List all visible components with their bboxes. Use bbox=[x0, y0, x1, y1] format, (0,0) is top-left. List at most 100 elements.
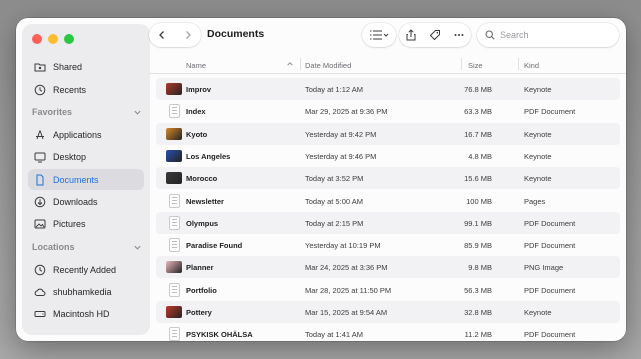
sidebar-item-documents[interactable]: Documents bbox=[28, 169, 144, 190]
file-size: 15.6 MB bbox=[464, 174, 492, 184]
cloud-icon bbox=[33, 285, 47, 299]
file-date: Mar 29, 2025 at 9:36 PM bbox=[305, 107, 388, 117]
file-date: Mar 15, 2025 at 9:54 AM bbox=[305, 308, 388, 317]
action-group bbox=[399, 23, 471, 47]
table-row[interactable]: Newsletter Today at 5:00 AM 100 MB Pages bbox=[156, 190, 620, 212]
sidebar-item-downloads[interactable]: Downloads bbox=[28, 191, 144, 212]
drive-icon bbox=[33, 307, 47, 321]
sidebar-item-macintosh-hd[interactable]: Macintosh HD bbox=[28, 303, 144, 324]
sidebar-item-label: Downloads bbox=[53, 196, 98, 207]
search-input[interactable] bbox=[500, 30, 610, 40]
shared-folder-icon bbox=[33, 60, 47, 74]
sidebar-item-shubhamkedia[interactable]: shubhamkedia bbox=[28, 281, 144, 302]
column-header-kind[interactable]: Kind bbox=[524, 61, 539, 70]
file-size: 9.8 MB bbox=[468, 263, 492, 273]
more-button[interactable] bbox=[453, 29, 465, 41]
file-date: Today at 1:12 AM bbox=[305, 85, 363, 94]
document-thumbnail-icon bbox=[169, 193, 180, 208]
file-name: Portfolio bbox=[186, 285, 217, 295]
zoom-button[interactable] bbox=[64, 34, 74, 44]
file-name: Kyoto bbox=[186, 129, 208, 139]
chevron-left-icon bbox=[159, 31, 164, 39]
favorites-header[interactable]: Favorites bbox=[32, 107, 142, 117]
file-name: Olympus bbox=[186, 218, 219, 228]
column-header-name[interactable]: Name bbox=[186, 61, 206, 70]
close-button[interactable] bbox=[32, 34, 42, 44]
file-date: Today at 3:52 PM bbox=[305, 174, 364, 184]
sidebar-item-shared[interactable]: Shared bbox=[28, 56, 144, 77]
table-row[interactable]: Planner Mar 24, 2025 at 3:36 PM 9.8 MB PNG … bbox=[156, 256, 620, 279]
forward-button[interactable] bbox=[183, 30, 193, 40]
column-separator bbox=[300, 58, 301, 70]
finder-window: Shared Recents Favorites Applications De… bbox=[16, 18, 626, 341]
chevron-down-icon bbox=[134, 110, 141, 115]
file-kind: Pages bbox=[524, 196, 546, 206]
navigation-group bbox=[149, 23, 201, 47]
keynote-thumbnail-icon bbox=[166, 149, 182, 162]
window-title: Documents bbox=[207, 28, 265, 40]
chevron-right-icon bbox=[186, 31, 191, 39]
table-row[interactable]: Improv Today at 1:12 AM 76.8 MB Keynote bbox=[156, 78, 620, 100]
view-options-button[interactable] bbox=[362, 23, 396, 47]
tag-icon bbox=[429, 30, 440, 41]
list-view-icon bbox=[370, 30, 389, 40]
column-header-date[interactable]: Date Modified bbox=[305, 61, 351, 70]
minimize-button[interactable] bbox=[48, 34, 58, 44]
file-size: 85.9 MB bbox=[464, 241, 492, 251]
column-header-size[interactable]: Size bbox=[468, 61, 483, 70]
table-header: Name Date Modified Size Kind bbox=[150, 54, 626, 74]
tag-button[interactable] bbox=[429, 29, 441, 41]
table-row[interactable]: Olympus Today at 2:15 PM 99.1 MB PDF Docume… bbox=[156, 211, 620, 234]
image-thumbnail-icon bbox=[166, 261, 182, 274]
back-button[interactable] bbox=[157, 30, 167, 40]
table-row[interactable]: PSYKISK OHÄLSA Today at 1:41 AM 11.2 MB PDF… bbox=[156, 323, 620, 341]
file-size: 16.7 MB bbox=[464, 129, 492, 139]
file-date: Today at 2:15 PM bbox=[305, 218, 364, 228]
sidebar-item-label: Recently Added bbox=[53, 264, 117, 275]
share-button[interactable] bbox=[405, 29, 417, 41]
locations-header[interactable]: Locations bbox=[32, 242, 142, 252]
sidebar: Shared Recents Favorites Applications De… bbox=[22, 24, 150, 335]
sidebar-item-label: Documents bbox=[53, 174, 99, 185]
table-row[interactable]: Kyoto Yesterday at 9:42 PM 16.7 MB Keynote bbox=[156, 122, 620, 145]
favorites-header-label: Favorites bbox=[32, 107, 73, 117]
sidebar-item-applications[interactable]: Applications bbox=[28, 124, 144, 145]
file-date: Yesterday at 9:46 PM bbox=[305, 151, 377, 161]
file-size: 56.3 MB bbox=[464, 285, 492, 295]
table-row[interactable]: Los Angeles Yesterday at 9:46 PM 4.8 MB Key… bbox=[156, 145, 620, 167]
pictures-icon bbox=[33, 217, 47, 231]
sidebar-item-label: Desktop bbox=[53, 151, 87, 162]
table-row[interactable]: Pottery Mar 15, 2025 at 9:54 AM 32.8 MB Key… bbox=[156, 301, 620, 323]
sidebar-item-desktop[interactable]: Desktop bbox=[28, 146, 144, 167]
locations-header-label: Locations bbox=[32, 242, 75, 252]
desktop-icon bbox=[33, 150, 47, 164]
file-size: 63.3 MB bbox=[464, 107, 492, 117]
file-kind: PDF Document bbox=[524, 330, 576, 340]
table-row[interactable]: Portfolio Mar 28, 2025 at 11:50 PM 56.3 MB… bbox=[156, 279, 620, 301]
file-kind: PDF Document bbox=[524, 285, 576, 295]
applications-icon bbox=[33, 128, 47, 142]
file-kind: Keynote bbox=[524, 308, 552, 317]
table-row[interactable]: Index Mar 29, 2025 at 9:36 PM 63.3 MB PDF D… bbox=[156, 100, 620, 122]
sidebar-item-recents[interactable]: Recents bbox=[28, 79, 144, 100]
table-row[interactable]: Morocco Today at 3:52 PM 15.6 MB Keynote bbox=[156, 167, 620, 190]
sidebar-item-recently-added[interactable]: Recently Added bbox=[28, 259, 144, 280]
column-separator bbox=[518, 58, 519, 70]
document-thumbnail-icon bbox=[169, 104, 180, 119]
sidebar-item-label: Shared bbox=[53, 61, 83, 72]
file-kind: PNG Image bbox=[524, 263, 564, 273]
share-icon bbox=[406, 29, 416, 41]
file-name: Index bbox=[186, 107, 206, 117]
sidebar-item-label: Recents bbox=[53, 84, 87, 95]
file-kind: Keynote bbox=[524, 129, 552, 139]
file-kind: PDF Document bbox=[524, 107, 576, 117]
sidebar-item-label: shubhamkedia bbox=[53, 286, 112, 297]
table-row[interactable]: Paradise Found Yesterday at 10:19 PM 85.9 … bbox=[156, 234, 620, 256]
keynote-thumbnail-icon bbox=[166, 127, 182, 140]
keynote-thumbnail-icon bbox=[166, 83, 182, 95]
sidebar-item-pictures[interactable]: Pictures bbox=[28, 213, 144, 234]
chevron-down-icon bbox=[134, 245, 141, 250]
file-kind: Keynote bbox=[524, 151, 552, 161]
document-thumbnail-icon bbox=[169, 215, 180, 230]
search-field[interactable] bbox=[477, 23, 619, 47]
